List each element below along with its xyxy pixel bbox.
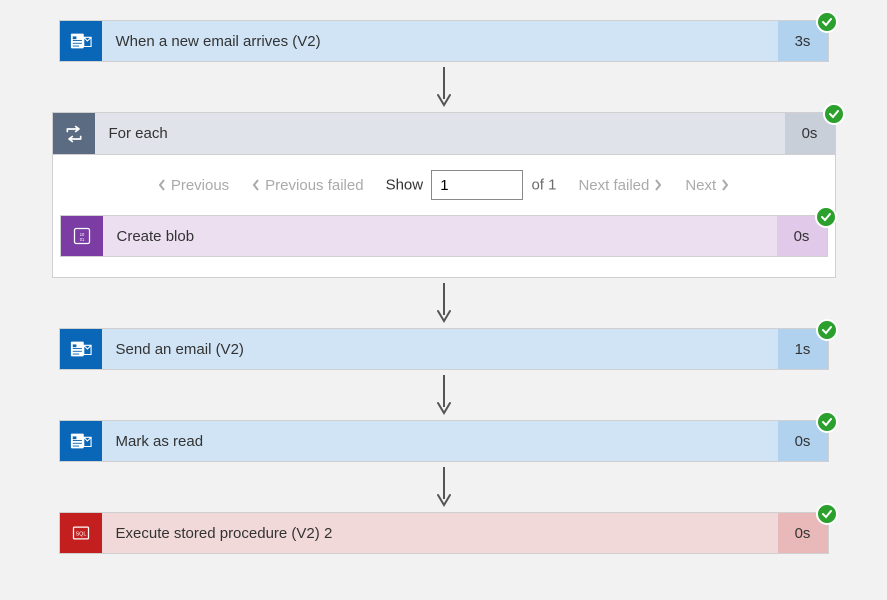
flow-arrow-icon (435, 62, 453, 112)
pager-next-failed[interactable]: Next failed (578, 177, 663, 194)
step-foreach-container[interactable]: For each 0s Previous Previous failed Sho… (52, 112, 836, 278)
flow-arrow-icon (435, 462, 453, 512)
pager-show-group: Show of 1 (386, 170, 557, 200)
svg-text:SQL: SQL (75, 532, 86, 538)
chevron-left-icon (157, 178, 167, 192)
pager-next[interactable]: Next (685, 177, 730, 194)
success-check-icon (816, 319, 838, 341)
step-trigger-email[interactable]: When a new email arrives (V2) 3s (59, 20, 829, 62)
chevron-right-icon (653, 178, 663, 192)
step-send-email[interactable]: Send an email (V2) 1s (59, 328, 829, 370)
success-check-icon (816, 411, 838, 433)
step-mark-read[interactable]: Mark as read 0s (59, 420, 829, 462)
flow-arrow-icon (435, 278, 453, 328)
chevron-left-icon (251, 178, 261, 192)
chevron-right-icon (720, 178, 730, 192)
step-title: When a new email arrives (V2) (102, 21, 778, 61)
flow-run-diagram: When a new email arrives (V2) 3s For eac… (0, 20, 887, 554)
outlook-icon (60, 21, 102, 61)
sql-icon: SQL (60, 513, 102, 553)
pager-previous-failed[interactable]: Previous failed (251, 177, 363, 194)
flow-arrow-icon (435, 370, 453, 420)
blob-storage-icon: 1001 (61, 216, 103, 256)
success-check-icon (816, 11, 838, 33)
step-title: Create blob (103, 216, 777, 256)
step-title: Send an email (V2) (102, 329, 778, 369)
step-title: Mark as read (102, 421, 778, 461)
foreach-pager: Previous Previous failed Show of 1 Next … (53, 155, 835, 215)
outlook-icon (60, 421, 102, 461)
success-check-icon (815, 206, 837, 228)
loop-icon (53, 113, 95, 154)
step-create-blob[interactable]: 1001 Create blob 0s (60, 215, 828, 257)
step-execute-stored-procedure[interactable]: SQL Execute stored procedure (V2) 2 0s (59, 512, 829, 554)
outlook-icon (60, 329, 102, 369)
step-title: Execute stored procedure (V2) 2 (102, 513, 778, 553)
pager-previous[interactable]: Previous (157, 177, 229, 194)
pager-index-input[interactable] (431, 170, 523, 200)
success-check-icon (816, 503, 838, 525)
success-check-icon (823, 103, 845, 125)
svg-text:01: 01 (79, 237, 84, 242)
step-title: For each (95, 113, 785, 154)
